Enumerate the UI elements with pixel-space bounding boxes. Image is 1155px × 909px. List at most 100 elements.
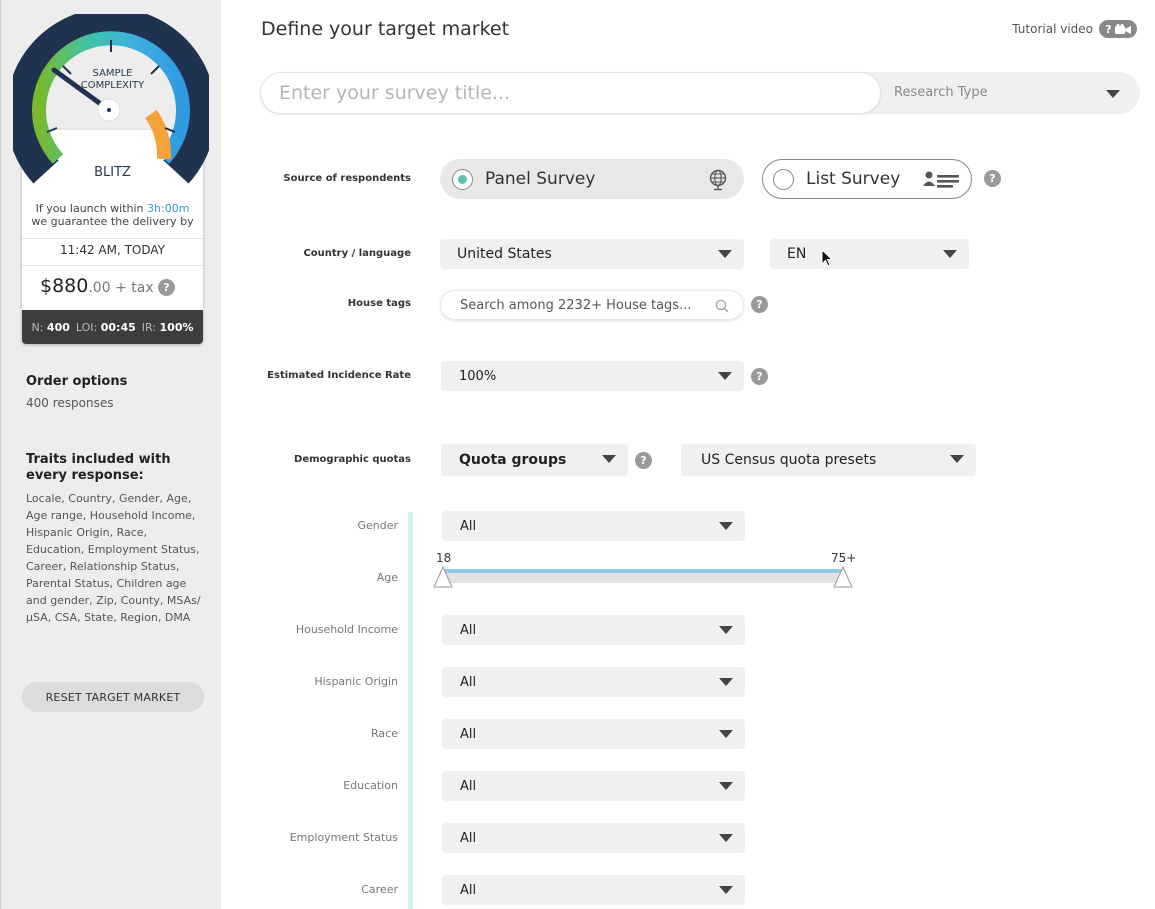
house-tags-placeholder: Search among 2232+ House tags...	[460, 297, 692, 313]
quota-indicator-bar	[408, 512, 413, 909]
hispanic-origin-value: All	[460, 674, 477, 690]
globe-icon	[709, 169, 727, 191]
incidence-help-icon[interactable]: ?	[751, 368, 768, 385]
research-type-select[interactable]: Research Type	[894, 85, 988, 100]
survey-title-input[interactable]	[260, 72, 881, 114]
source-label: Source of respondents	[283, 173, 411, 184]
contact-list-icon	[923, 171, 959, 188]
order-options-responses: 400 responses	[26, 396, 114, 410]
race-select[interactable]: All	[442, 719, 745, 749]
age-max-value: 75+	[831, 551, 857, 565]
household-income-select[interactable]: All	[442, 615, 745, 645]
stat-ir-label: IR:	[141, 320, 157, 334]
country-value: United States	[457, 246, 552, 262]
panel-survey-label: Panel Survey	[485, 169, 596, 189]
price-help-icon[interactable]: ?	[158, 279, 175, 296]
gauge-label-line2: COMPLEXITY	[80, 80, 145, 91]
chevron-down-icon	[602, 455, 616, 463]
launch-time: 3h:00m	[147, 202, 190, 215]
tutorial-badge: ?	[1105, 22, 1112, 36]
country-select[interactable]: United States	[440, 239, 744, 269]
employment-status-value: All	[460, 830, 477, 846]
stat-loi-value: 00:45	[100, 320, 136, 334]
house-tags-help-icon[interactable]: ?	[751, 296, 768, 313]
age-slider-range	[443, 569, 844, 573]
chevron-down-icon	[719, 678, 733, 686]
tutorial-video-icon: ?	[1099, 20, 1137, 38]
page-title: Define your target market	[261, 18, 510, 40]
age-max-handle[interactable]	[833, 566, 853, 588]
age-min-handle[interactable]	[433, 566, 453, 588]
chevron-down-icon	[719, 886, 733, 894]
education-label: Education	[343, 779, 398, 792]
household-income-value: All	[460, 622, 477, 638]
chevron-down-icon	[719, 730, 733, 738]
panel-survey-option[interactable]: Panel Survey	[440, 159, 744, 199]
census-presets-value: US Census quota presets	[701, 452, 877, 468]
hispanic-origin-label: Hispanic Origin	[314, 675, 398, 688]
panel-survey-radio[interactable]	[452, 168, 473, 190]
camera-icon	[1114, 23, 1131, 34]
census-presets-select[interactable]: US Census quota presets	[681, 444, 976, 476]
country-language-label: Country / language	[303, 248, 411, 259]
employment-status-label: Employment Status	[289, 831, 398, 844]
complexity-gauge	[13, 14, 209, 184]
quota-groups-value: Quota groups	[459, 452, 567, 468]
stat-ir-value: 100%	[159, 320, 194, 334]
launch-prefix: If you launch within	[35, 202, 148, 215]
divider	[22, 265, 203, 266]
list-survey-option[interactable]: List Survey	[762, 159, 972, 199]
gauge-label: SAMPLE COMPLEXITY	[22, 68, 203, 92]
price-cents: .00 + tax	[88, 280, 154, 296]
chevron-down-icon	[719, 522, 733, 530]
source-help-icon[interactable]: ?	[984, 170, 1001, 187]
career-value: All	[460, 882, 477, 898]
chevron-down-icon	[719, 626, 733, 634]
age-min-value: 18	[436, 551, 452, 565]
house-tags-search-input[interactable]: Search among 2232+ House tags...	[440, 290, 744, 320]
list-survey-label: List Survey	[806, 169, 901, 189]
gender-label: Gender	[357, 519, 398, 532]
education-select[interactable]: All	[442, 771, 745, 801]
reset-target-market-button[interactable]: RESET TARGET MARKET	[22, 682, 204, 712]
stat-n-value: 400	[46, 320, 70, 334]
chevron-down-icon	[719, 782, 733, 790]
gender-select[interactable]: All	[442, 511, 745, 541]
tutorial-video-link[interactable]: Tutorial video ?	[1012, 20, 1137, 38]
search-icon	[715, 299, 729, 313]
mouse-cursor-icon	[821, 249, 833, 267]
stat-loi-label: LOI:	[75, 320, 98, 334]
launch-text: If you launch within 3h:00m we guarantee…	[22, 202, 203, 228]
delivery-deadline: 11:42 AM, TODAY	[60, 243, 165, 257]
language-select[interactable]: EN	[770, 239, 969, 269]
chevron-down-icon	[719, 834, 733, 842]
divider	[22, 238, 203, 239]
race-value: All	[460, 726, 477, 742]
gauge-speed: BLITZ	[94, 165, 131, 180]
stat-n-label: N:	[31, 320, 44, 334]
race-label: Race	[371, 727, 398, 740]
tutorial-label: Tutorial video	[1012, 22, 1093, 36]
quotas-help-icon[interactable]: ?	[635, 452, 652, 469]
survey-title-bar: Research Type	[260, 72, 1140, 114]
incidence-rate-label: Estimated Incidence Rate	[267, 370, 411, 381]
gauge-label-line1: SAMPLE	[92, 68, 133, 79]
incidence-rate-value: 100%	[459, 368, 497, 384]
chevron-down-icon	[718, 372, 732, 380]
traits-title: Traits included with every response:	[26, 452, 171, 483]
career-label: Career	[361, 883, 398, 896]
career-select[interactable]: All	[442, 875, 745, 905]
traits-list: Locale, Country, Gender, Age, Age range,…	[26, 492, 201, 624]
hispanic-origin-select[interactable]: All	[442, 667, 745, 697]
incidence-rate-select[interactable]: 100%	[441, 361, 744, 391]
sidebar: SAMPLE COMPLEXITY BLITZ If you launch wi…	[0, 0, 221, 909]
household-income-label: Household Income	[295, 623, 398, 636]
price-main: $880	[40, 275, 89, 297]
list-survey-radio[interactable]	[773, 168, 794, 190]
chevron-down-icon[interactable]	[1106, 90, 1120, 98]
language-value: EN	[787, 246, 807, 262]
quota-groups-select[interactable]: Quota groups	[441, 444, 628, 476]
main-panel: Define your target market Tutorial video…	[221, 0, 1155, 909]
employment-status-select[interactable]: All	[442, 823, 745, 853]
order-options-title: Order options	[26, 374, 128, 389]
